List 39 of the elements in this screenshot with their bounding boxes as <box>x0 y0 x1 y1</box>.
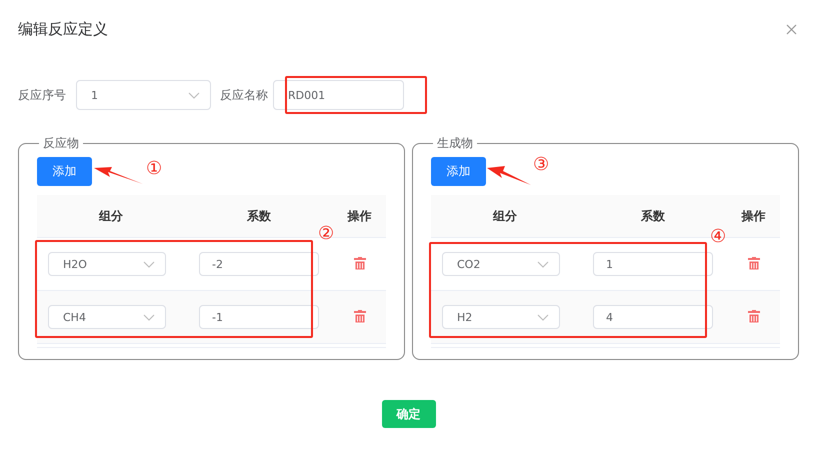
chevron-icon <box>188 92 200 98</box>
chevron-icon <box>537 260 549 268</box>
input-field[interactable]: -1 <box>199 305 319 329</box>
column-header: 操作 <box>740 208 766 224</box>
trash-icon[interactable] <box>748 257 760 271</box>
add-button[interactable]: 添加 <box>431 157 486 186</box>
close-icon[interactable] <box>786 24 797 34</box>
column-header: 组分 <box>492 208 518 224</box>
column-header: 系数 <box>246 208 272 224</box>
chevron-icon <box>143 260 155 268</box>
annotation-number: ② <box>318 225 334 243</box>
trash-icon[interactable] <box>354 257 366 271</box>
select-field[interactable]: H2O <box>48 252 166 276</box>
arrow <box>487 166 531 185</box>
column-header: 系数 <box>640 208 666 224</box>
select-field[interactable]: H2 <box>442 305 560 329</box>
field-label: 反应序号 <box>18 86 66 104</box>
annotation-number: ① <box>146 160 162 178</box>
select-field[interactable]: 1 <box>76 80 211 110</box>
column-header: 组分 <box>98 208 124 224</box>
trash-icon[interactable] <box>354 310 366 324</box>
add-button[interactable]: 添加 <box>37 157 92 186</box>
select-field[interactable]: CH4 <box>48 305 166 329</box>
panel-legend: 生成物 <box>433 135 477 152</box>
dialog-title: 编辑反应定义 <box>18 20 108 38</box>
trash-icon[interactable] <box>748 310 760 324</box>
input-field[interactable]: 1 <box>593 252 713 276</box>
chevron-icon <box>143 314 155 320</box>
annotation-number: ④ <box>710 228 726 246</box>
select-field[interactable]: CO2 <box>442 252 560 276</box>
field-label: 反应名称 <box>220 86 268 104</box>
panel-legend: 反应物 <box>39 135 83 152</box>
input-field[interactable]: 4 <box>593 305 713 329</box>
input-field[interactable]: RD001 <box>273 80 404 110</box>
arrow <box>94 167 143 184</box>
chevron-icon <box>537 314 549 320</box>
input-field[interactable]: -2 <box>199 252 319 276</box>
annotation-number: ③ <box>533 156 550 174</box>
column-header: 操作 <box>346 208 372 224</box>
